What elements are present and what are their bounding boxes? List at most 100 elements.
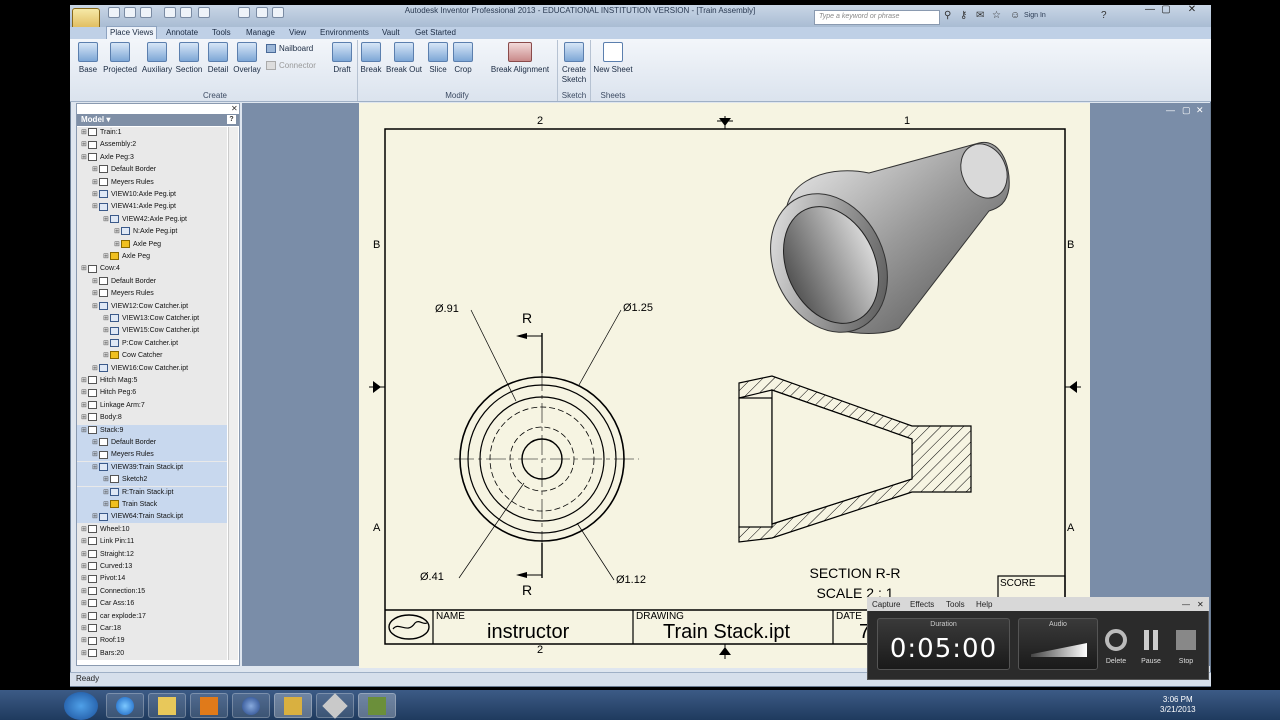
- properties-icon[interactable]: [256, 7, 268, 18]
- tree-node[interactable]: ⊞ Car:18: [77, 623, 227, 635]
- taskbar-media[interactable]: [190, 693, 228, 718]
- expand-icon[interactable]: ⊞: [81, 598, 88, 610]
- browser-scrollbar[interactable]: [228, 127, 238, 660]
- expand-icon[interactable]: ⊞: [103, 499, 110, 511]
- break-button[interactable]: Break: [359, 42, 383, 74]
- tree-node[interactable]: ⊞ Sketch2: [77, 474, 227, 487]
- expand-icon[interactable]: ⊞: [92, 189, 99, 201]
- expand-icon[interactable]: ⊞: [92, 511, 99, 523]
- maximize-button[interactable]: ▢: [1158, 4, 1174, 16]
- redo-icon[interactable]: [180, 7, 192, 18]
- tree-node[interactable]: ⊞ Link Pin:11: [77, 536, 227, 548]
- tree-node[interactable]: ⊞ VIEW64:Train Stack.ipt: [77, 511, 227, 524]
- tree-node[interactable]: ⊞ VIEW15:Cow Catcher.ipt: [77, 325, 227, 337]
- tab-place-views[interactable]: Place Views: [106, 26, 158, 39]
- tree-node[interactable]: ⊞ Pivot:14: [77, 573, 227, 585]
- doc-minimize-icon[interactable]: —: [1166, 105, 1175, 115]
- tree-node[interactable]: ⊞ Hitch Mag:5: [77, 375, 227, 387]
- expand-icon[interactable]: ⊞: [103, 325, 110, 337]
- browser-header[interactable]: Model ▾?: [77, 114, 239, 126]
- detail-view-button[interactable]: Detail: [205, 42, 231, 74]
- communication-icon[interactable]: ✉: [976, 10, 984, 21]
- expand-icon[interactable]: ⊞: [114, 239, 121, 251]
- taskbar-inventor[interactable]: [274, 693, 312, 718]
- tree-node[interactable]: ⊞ VIEW13:Cow Catcher.ipt: [77, 313, 227, 325]
- tree-node[interactable]: ⊞ Train:1: [77, 127, 227, 139]
- expand-icon[interactable]: ⊞: [81, 387, 88, 399]
- tree-node[interactable]: ⊞ N:Axle Peg.ipt: [77, 226, 227, 238]
- section-view-button[interactable]: Section: [175, 42, 203, 74]
- tab-annotate[interactable]: Annotate: [166, 27, 198, 39]
- expand-icon[interactable]: ⊞: [103, 487, 110, 499]
- expand-icon[interactable]: ⊞: [81, 536, 88, 548]
- tree-node[interactable]: ⊞ Roof:19: [77, 635, 227, 647]
- tree-node[interactable]: ⊞ VIEW41:Axle Peg.ipt: [77, 201, 227, 213]
- expand-icon[interactable]: ⊞: [81, 139, 88, 151]
- browser-help-icon[interactable]: ?: [227, 115, 236, 124]
- tree-node[interactable]: ⊞ P:Cow Catcher.ipt: [77, 338, 227, 350]
- tree-node[interactable]: ⊞ Straight:12: [77, 549, 227, 561]
- select-icon[interactable]: [238, 7, 250, 18]
- tree-node[interactable]: ⊞ car explode:17: [77, 611, 227, 623]
- expand-icon[interactable]: ⊞: [103, 313, 110, 325]
- expand-icon[interactable]: ⊞: [81, 263, 88, 275]
- expand-icon[interactable]: ⊞: [81, 573, 88, 585]
- pause-button[interactable]: Pause: [1136, 628, 1166, 665]
- expand-icon[interactable]: ⊞: [92, 363, 99, 375]
- expand-icon[interactable]: ⊞: [81, 623, 88, 635]
- recorder-close-icon[interactable]: ✕: [1197, 600, 1204, 609]
- sign-in-link[interactable]: Sign In: [1024, 12, 1046, 19]
- tree-node[interactable]: ⊞ VIEW42:Axle Peg.ipt: [77, 214, 227, 226]
- recorder-menu-effects[interactable]: Effects: [910, 600, 934, 609]
- tree-node[interactable]: ⊞ Default Border: [77, 276, 227, 288]
- user-icon[interactable]: ☺: [1010, 10, 1020, 21]
- print-icon[interactable]: [198, 7, 210, 18]
- tree-node[interactable]: ⊞ VIEW16:Cow Catcher.ipt: [77, 363, 227, 375]
- recorder-menu-help[interactable]: Help: [976, 600, 992, 609]
- tree-node[interactable]: ⊞ Default Border: [77, 164, 227, 176]
- overlay-view-button[interactable]: Overlay: [232, 42, 262, 74]
- tab-vault[interactable]: Vault: [382, 27, 400, 39]
- tree-node[interactable]: ⊞ VIEW10:Axle Peg.ipt: [77, 189, 227, 201]
- tree-node[interactable]: ⊞ Axle Peg:3: [77, 152, 227, 164]
- expand-icon[interactable]: ⊞: [81, 549, 88, 561]
- help-search-input[interactable]: Type a keyword or phrase: [814, 10, 940, 25]
- tree-node[interactable]: ⊞ Default Border: [77, 437, 227, 449]
- tree-node[interactable]: ⊞ Curved:13: [77, 561, 227, 573]
- taskbar-recorder[interactable]: [358, 693, 396, 718]
- expand-icon[interactable]: ⊞: [103, 338, 110, 350]
- draft-view-button[interactable]: Draft: [330, 42, 354, 74]
- close-icon[interactable]: ✕: [231, 104, 238, 113]
- binoculars-icon[interactable]: ⚲: [944, 10, 951, 21]
- taskbar-app[interactable]: [232, 693, 270, 718]
- expand-icon[interactable]: ⊞: [92, 462, 99, 474]
- taskbar-app[interactable]: [316, 693, 354, 719]
- tree-node[interactable]: ⊞ Stack:9: [77, 424, 227, 437]
- delete-button[interactable]: Delete: [1101, 628, 1131, 665]
- tree-node[interactable]: ⊞ Hitch Peg:6: [77, 387, 227, 399]
- tree-node[interactable]: ⊞ Meyers Rules: [77, 288, 227, 300]
- expand-icon[interactable]: ⊞: [92, 437, 99, 449]
- tab-get-started[interactable]: Get Started: [415, 27, 456, 39]
- subscription-icon[interactable]: ⚷: [960, 10, 967, 21]
- tree-node[interactable]: ⊞ R:Train Stack.ipt: [77, 486, 227, 499]
- tree-node[interactable]: ⊞ Meyers Rules: [77, 449, 227, 462]
- tree-node[interactable]: ⊞ Cow Catcher: [77, 350, 227, 362]
- base-view-button[interactable]: Base: [77, 42, 99, 74]
- tab-manage[interactable]: Manage: [246, 27, 275, 39]
- connector-button[interactable]: Connector: [266, 61, 316, 71]
- tree-node[interactable]: ⊞ VIEW39:Train Stack.ipt: [77, 461, 227, 474]
- expand-icon[interactable]: ⊞: [81, 152, 88, 164]
- tree-node[interactable]: ⊞ Meyers Rules: [77, 177, 227, 189]
- expand-icon[interactable]: ⊞: [92, 301, 99, 313]
- expand-icon[interactable]: ⊞: [81, 586, 88, 598]
- tab-view[interactable]: View: [289, 27, 306, 39]
- expand-icon[interactable]: ⊞: [92, 164, 99, 176]
- tree-node[interactable]: ⊞ Linkage Arm:7: [77, 400, 227, 412]
- break-out-button[interactable]: Break Out: [385, 42, 423, 74]
- new-icon[interactable]: [108, 7, 120, 18]
- expand-icon[interactable]: ⊞: [81, 127, 88, 139]
- slice-button[interactable]: Slice: [426, 42, 450, 74]
- expand-icon[interactable]: ⊞: [103, 474, 110, 486]
- expand-icon[interactable]: ⊞: [103, 251, 110, 263]
